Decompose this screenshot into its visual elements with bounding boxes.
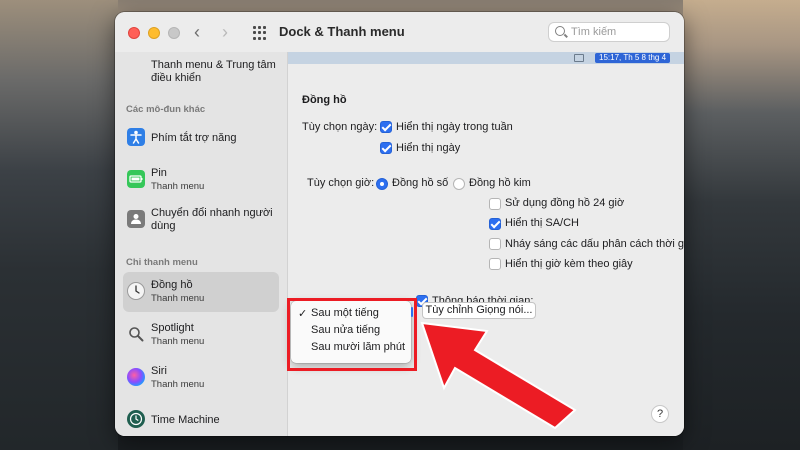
- section-header-menu-bar-only: Chỉ thanh menu: [126, 257, 198, 268]
- close-button[interactable]: [128, 27, 140, 39]
- sidebar-item-label: Thanh menu & Trung tâm điều khiển: [151, 59, 276, 84]
- show-weekday-label[interactable]: Hiển thị ngày trong tuần: [396, 121, 513, 133]
- digital-clock-label[interactable]: Đồng hồ số: [392, 177, 448, 189]
- show-am-pm-label[interactable]: Hiển thị SA/CH: [505, 217, 579, 229]
- spotlight-icon: [127, 325, 145, 343]
- title-bar: ‹ › Dock & Thanh menu Tìm kiếm: [115, 12, 684, 52]
- minimize-button[interactable]: [148, 27, 160, 39]
- sidebar-item-subtitle: Thanh menu: [151, 336, 205, 347]
- sidebar-item-label: Siri: [151, 365, 167, 377]
- show-weekday-checkbox[interactable]: [380, 121, 392, 133]
- battery-icon: [127, 170, 145, 188]
- section-header-other-modules: Các mô-đun khác: [126, 104, 206, 115]
- menu-bar-preview: 15:17, Th 5 8 thg 4: [288, 52, 684, 64]
- sidebar-item-label: Time Machine: [151, 414, 220, 426]
- siri-icon: [127, 368, 145, 386]
- sidebar-item-battery[interactable]: Pin Thanh menu: [123, 160, 279, 200]
- section-title: Đồng hồ: [302, 94, 347, 106]
- search-field[interactable]: Tìm kiếm: [548, 22, 670, 42]
- use-24-hour-checkbox[interactable]: [489, 198, 501, 210]
- use-24-hour-label[interactable]: Sử dụng đồng hồ 24 giờ: [505, 197, 624, 209]
- sidebar-item-label: Đồng hồ: [151, 279, 193, 291]
- system-preferences-window: ‹ › Dock & Thanh menu Tìm kiếm Thanh men…: [115, 12, 684, 436]
- show-all-grid-icon[interactable]: [253, 26, 267, 40]
- show-am-pm-checkbox[interactable]: [489, 218, 501, 230]
- display-icon: [574, 54, 584, 62]
- sidebar-item-time-machine[interactable]: Time Machine: [123, 400, 279, 436]
- sidebar-item-siri[interactable]: Siri Thanh menu: [123, 358, 279, 398]
- back-chevron-icon[interactable]: ‹: [194, 22, 200, 42]
- show-seconds-checkbox[interactable]: [489, 258, 501, 270]
- date-options-label: Tùy chọn ngày:: [302, 121, 378, 133]
- flash-separators-checkbox[interactable]: [489, 238, 501, 250]
- sidebar-item-subtitle: Thanh menu: [151, 379, 205, 390]
- sidebar-item-subtitle: Thanh menu: [151, 181, 205, 192]
- sidebar-item-label: Phím tắt trợ năng: [151, 132, 237, 144]
- sidebar-item-label: Spotlight: [151, 322, 194, 334]
- desktop-wallpaper-right: [683, 0, 800, 450]
- user-switch-icon: [127, 210, 145, 228]
- zoom-button[interactable]: [168, 27, 180, 39]
- time-options-label: Tùy chọn giờ:: [307, 177, 375, 189]
- window-title: Dock & Thanh menu: [279, 24, 405, 39]
- analog-clock-radio[interactable]: [453, 178, 465, 190]
- forward-chevron-icon[interactable]: ›: [222, 22, 228, 42]
- sidebar-item-clock[interactable]: Đồng hồ Thanh menu: [123, 272, 279, 312]
- flash-separators-label[interactable]: Nháy sáng các dấu phân cách thời gian: [505, 238, 684, 250]
- menu-bar-clock-preview: 15:17, Th 5 8 thg 4: [595, 53, 671, 63]
- sidebar-item-spotlight[interactable]: Spotlight Thanh menu: [123, 315, 279, 355]
- clock-settings-pane: 15:17, Th 5 8 thg 4 Đồng hồ Tùy chọn ngà…: [288, 52, 684, 436]
- show-date-checkbox[interactable]: [380, 142, 392, 154]
- customize-voice-button[interactable]: Tùy chỉnh Giọng nói...: [422, 302, 536, 319]
- sidebar-item-accessibility-shortcuts[interactable]: Phím tắt trợ năng: [123, 118, 279, 158]
- analog-clock-label[interactable]: Đồng hồ kim: [469, 177, 531, 189]
- time-machine-icon: [127, 410, 145, 428]
- show-date-label[interactable]: Hiển thị ngày: [396, 142, 460, 154]
- search-placeholder: Tìm kiếm: [571, 26, 617, 38]
- search-icon: [555, 26, 565, 36]
- show-seconds-label[interactable]: Hiển thị giờ kèm theo giây: [505, 258, 633, 270]
- clock-icon: [127, 282, 145, 300]
- sidebar-item-subtitle: Thanh menu: [151, 293, 205, 304]
- sidebar-item-label: Chuyển đổi nhanh người dùng: [151, 207, 273, 232]
- digital-clock-radio[interactable]: [376, 178, 388, 190]
- sidebar-item-label: Pin: [151, 167, 167, 179]
- accessibility-icon: [127, 128, 145, 146]
- sidebar-item-control-center[interactable]: Thanh menu & Trung tâm điều khiển: [123, 50, 279, 90]
- sidebar: Thanh menu & Trung tâm điều khiển Các mô…: [115, 52, 288, 436]
- sidebar-item-fast-user-switching[interactable]: Chuyển đổi nhanh người dùng: [123, 200, 279, 240]
- annotation-highlight-box: [287, 298, 417, 371]
- help-button[interactable]: ?: [651, 405, 669, 423]
- desktop-wallpaper-left: [0, 0, 118, 450]
